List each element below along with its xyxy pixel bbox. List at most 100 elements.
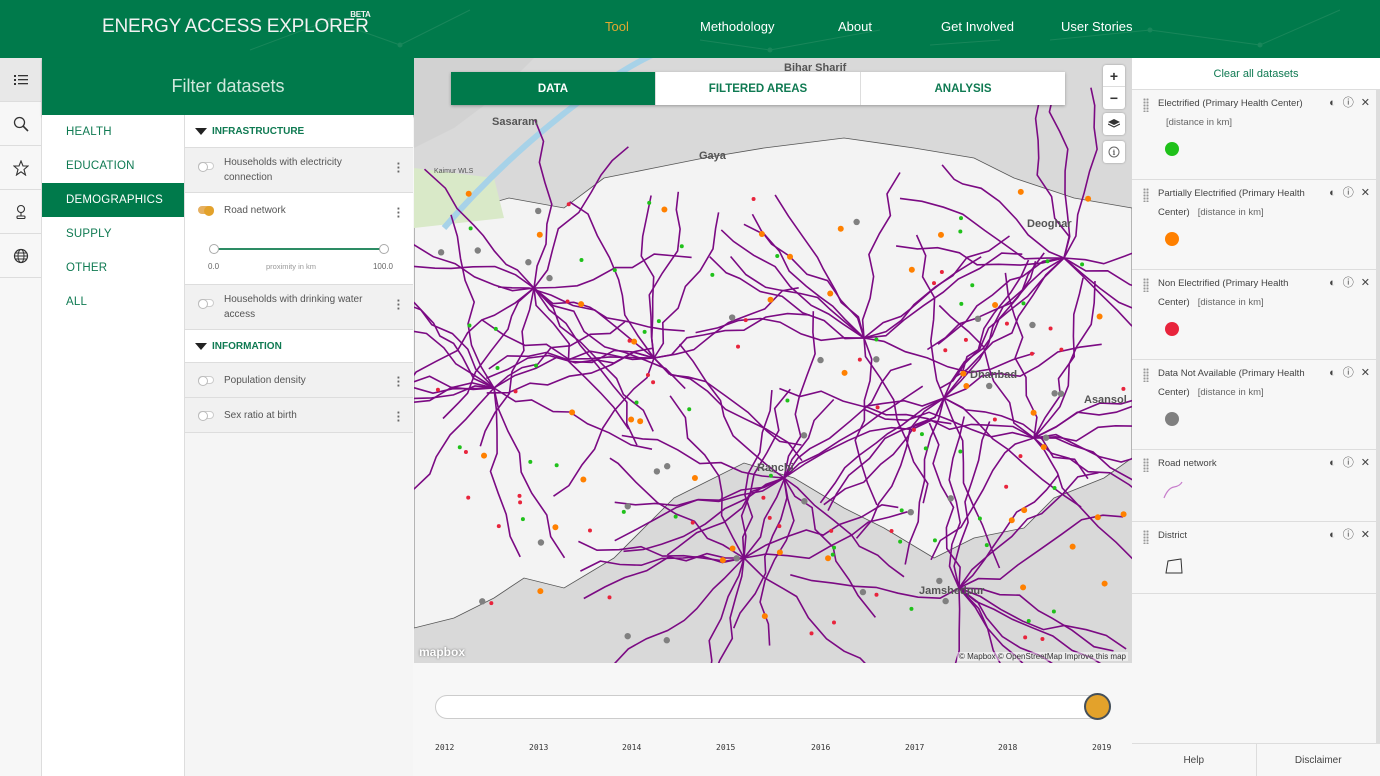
health-center-point[interactable] [710, 272, 715, 277]
health-center-point[interactable] [817, 356, 824, 364]
health-center-point[interactable] [435, 387, 440, 392]
health-center-point[interactable] [909, 606, 914, 611]
more-options-icon[interactable]: · · · [397, 406, 401, 427]
health-center-point[interactable] [729, 545, 736, 552]
health-center-point[interactable] [767, 515, 772, 520]
health-center-point[interactable] [624, 503, 631, 510]
nav-about[interactable]: About [838, 19, 872, 34]
health-center-point[interactable] [517, 493, 522, 498]
health-center-point[interactable] [775, 254, 780, 259]
health-center-point[interactable] [907, 508, 914, 516]
health-center-point[interactable] [651, 380, 656, 385]
health-center-point[interactable] [437, 249, 445, 256]
nav-user-stories[interactable]: User Stories [1061, 19, 1133, 34]
help-button[interactable]: Help [1132, 744, 1257, 776]
health-center-point[interactable] [1057, 390, 1065, 397]
health-center-point[interactable] [656, 319, 661, 324]
health-center-point[interactable] [466, 495, 471, 500]
health-center-point[interactable] [690, 520, 695, 525]
health-center-point[interactable] [830, 552, 835, 557]
health-center-point[interactable] [800, 432, 808, 439]
map-info-button[interactable]: i [1103, 141, 1125, 163]
info-icon[interactable]: ⓘ [1343, 364, 1354, 383]
health-center-point[interactable] [518, 500, 523, 505]
map-attribution[interactable]: © Mapbox © OpenStreetMap Improve this ma… [957, 652, 1128, 661]
health-center-point[interactable] [936, 577, 943, 585]
health-center-point[interactable] [634, 400, 639, 405]
health-center-point[interactable] [776, 549, 783, 556]
health-center-point[interactable] [1101, 580, 1108, 587]
timeline-year[interactable]: 2016 [811, 743, 830, 752]
health-center-point[interactable] [728, 314, 736, 321]
health-center-point[interactable] [496, 524, 501, 529]
health-center-point[interactable] [761, 613, 768, 620]
health-center-point[interactable] [837, 225, 844, 232]
health-center-point[interactable] [932, 538, 937, 543]
health-center-point[interactable] [495, 366, 500, 371]
info-icon[interactable]: ⓘ [1343, 526, 1354, 545]
health-center-point[interactable] [809, 631, 814, 636]
health-center-point[interactable] [958, 229, 963, 234]
health-center-point[interactable] [1030, 409, 1037, 416]
health-center-point[interactable] [889, 528, 894, 533]
health-center-point[interactable] [1004, 484, 1009, 489]
drag-handle-icon[interactable] [1143, 368, 1149, 382]
health-center-point[interactable] [777, 524, 782, 529]
health-center-point[interactable] [827, 290, 834, 297]
health-center-point[interactable] [579, 258, 584, 263]
health-center-point[interactable] [525, 259, 532, 266]
info-icon[interactable]: ⓘ [1343, 274, 1354, 293]
health-center-point[interactable] [520, 517, 525, 522]
section-infrastructure-header[interactable]: INFRASTRUCTURE [185, 115, 413, 148]
opacity-icon[interactable]: ◐ [1329, 364, 1336, 383]
health-center-point[interactable] [761, 495, 766, 500]
timeline-year[interactable]: 2019 [1092, 743, 1111, 752]
disclaimer-button[interactable]: Disclaimer [1257, 744, 1380, 776]
health-center-point[interactable] [736, 344, 741, 349]
health-center-point[interactable] [679, 244, 684, 249]
drag-handle-icon[interactable] [1143, 188, 1149, 202]
health-center-point[interactable] [874, 592, 879, 597]
timeline-year[interactable]: 2012 [435, 743, 454, 752]
zoom-out-button[interactable]: − [1103, 87, 1125, 109]
health-center-point[interactable] [637, 418, 644, 425]
health-center-point[interactable] [1021, 301, 1026, 306]
health-center-point[interactable] [535, 207, 542, 215]
drag-handle-icon[interactable] [1143, 98, 1149, 112]
health-center-point[interactable] [1069, 543, 1076, 550]
health-center-point[interactable] [974, 315, 982, 323]
health-center-point[interactable] [1045, 259, 1050, 264]
health-center-point[interactable] [653, 468, 661, 475]
health-center-point[interactable] [932, 281, 937, 286]
category-health[interactable]: HEALTH [42, 115, 184, 149]
legend-scrollbar[interactable] [1376, 90, 1380, 744]
health-center-point[interactable] [536, 231, 543, 238]
health-center-point[interactable] [898, 539, 903, 544]
health-center-point[interactable] [1040, 637, 1045, 642]
health-center-point[interactable] [481, 452, 488, 459]
health-center-point[interactable] [959, 216, 964, 221]
nav-get-involved[interactable]: Get Involved [941, 19, 1014, 34]
health-center-point[interactable] [1052, 486, 1057, 491]
health-center-point[interactable] [569, 409, 576, 416]
info-icon[interactable]: ⓘ [1343, 454, 1354, 473]
category-other[interactable]: OTHER [42, 251, 184, 285]
section-information-header[interactable]: INFORMATION [185, 330, 413, 363]
timeline-year[interactable]: 2015 [716, 743, 735, 752]
health-center-point[interactable] [1121, 386, 1126, 391]
health-center-point[interactable] [621, 509, 626, 514]
health-center-point[interactable] [465, 190, 472, 197]
opacity-icon[interactable]: ◐ [1329, 526, 1336, 545]
health-center-point[interactable] [939, 270, 944, 275]
health-center-point[interactable] [631, 338, 638, 345]
dataset-toggle[interactable] [198, 376, 214, 386]
drag-handle-icon[interactable] [1143, 458, 1149, 472]
health-center-point[interactable] [942, 597, 949, 605]
health-center-point[interactable] [546, 274, 553, 282]
health-center-point[interactable] [873, 356, 880, 363]
drag-handle-icon[interactable] [1143, 530, 1149, 544]
health-center-point[interactable] [758, 231, 765, 238]
health-center-point[interactable] [743, 318, 748, 323]
map-canvas[interactable]: Bihar Sharif Sasaram Gaya Kaimur WLS Deo… [414, 58, 1132, 663]
health-center-point[interactable] [1021, 507, 1028, 514]
